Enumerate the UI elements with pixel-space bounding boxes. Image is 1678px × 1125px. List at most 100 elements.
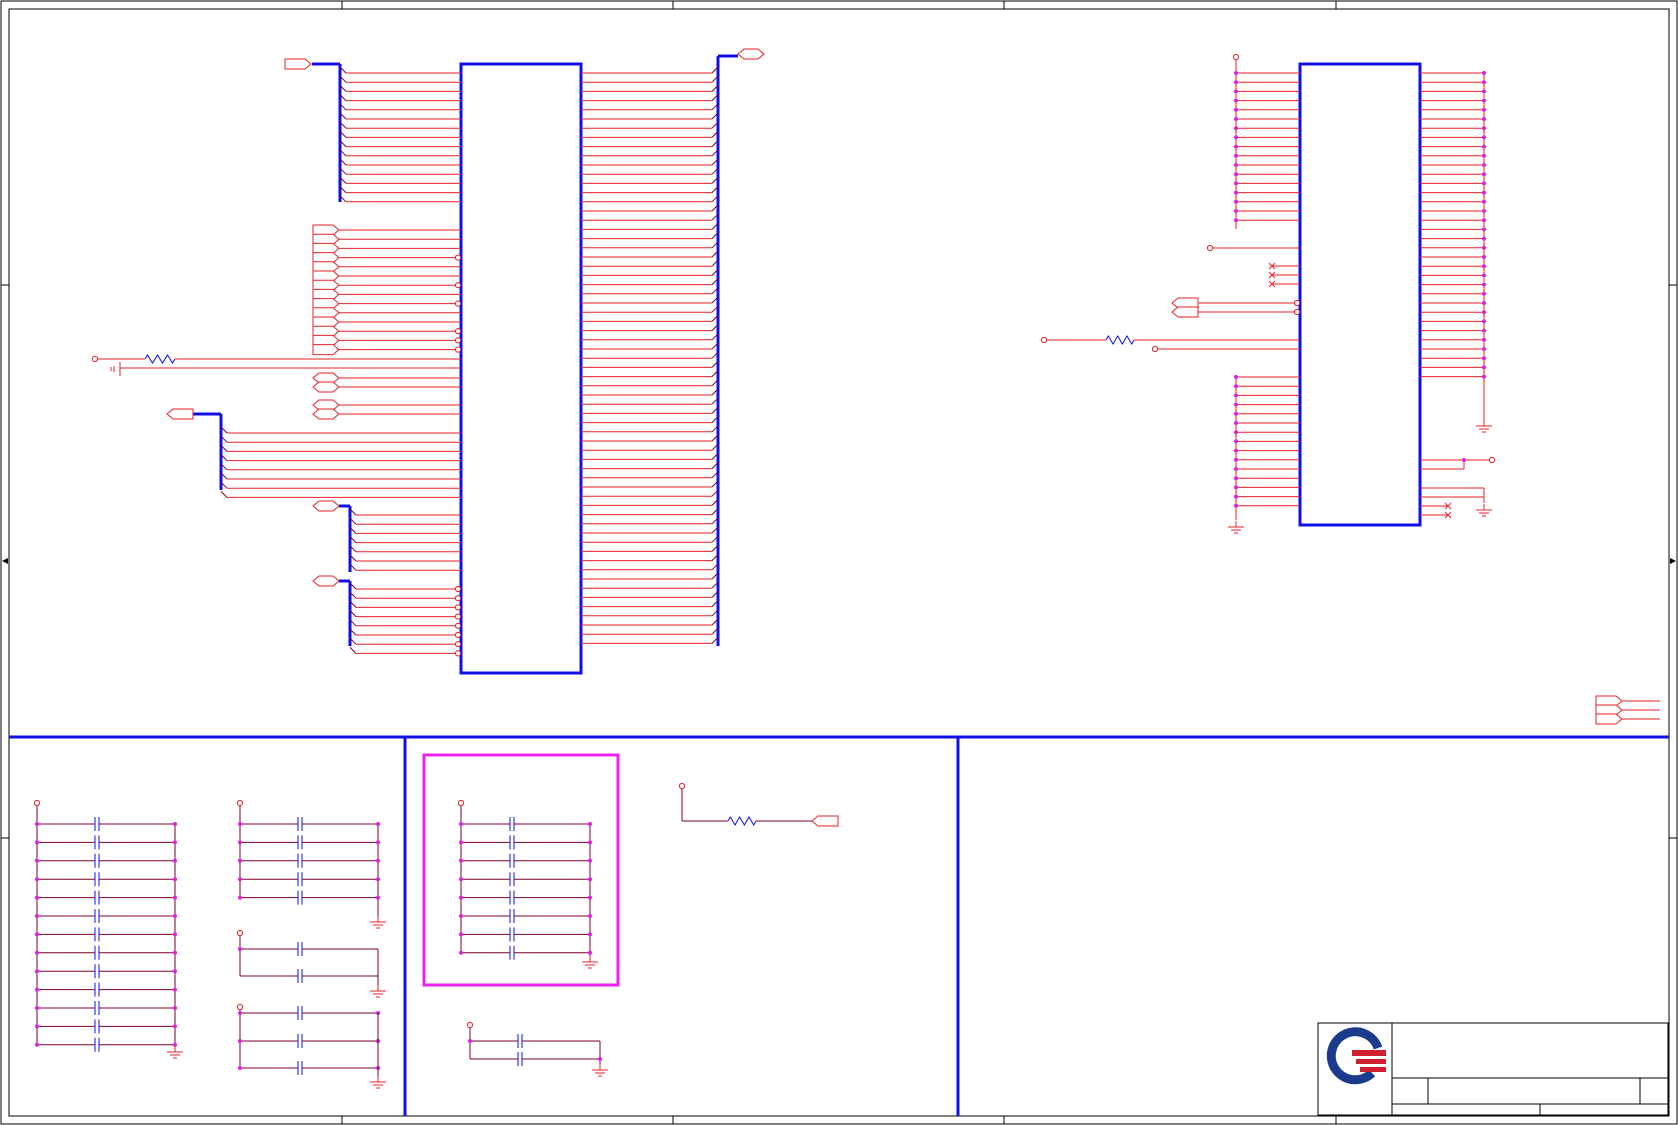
capacitor bbox=[94, 945, 100, 960]
junction-dot bbox=[1234, 393, 1238, 398]
power-pin bbox=[1151, 345, 1159, 353]
junction-dot bbox=[1482, 163, 1486, 167]
net-port bbox=[312, 270, 340, 282]
junction-dot bbox=[1234, 402, 1238, 407]
pin-marker bbox=[454, 650, 462, 657]
junction-dot bbox=[238, 895, 242, 900]
junction-dot bbox=[1482, 255, 1486, 259]
connector-ic-body bbox=[459, 62, 583, 675]
resistor-body bbox=[144, 354, 176, 364]
junction-dot bbox=[35, 858, 39, 863]
capacitor bbox=[517, 1052, 523, 1066]
net-port bbox=[312, 233, 340, 245]
net-port bbox=[312, 279, 340, 291]
power-pin bbox=[91, 355, 99, 363]
junction-dot bbox=[1234, 476, 1238, 481]
junction-dot bbox=[1482, 310, 1486, 315]
pin-marker bbox=[454, 604, 462, 611]
junction-dot bbox=[1482, 190, 1486, 195]
pin-marker bbox=[454, 595, 462, 602]
junction-dot bbox=[238, 858, 242, 863]
junction-dot bbox=[1234, 448, 1238, 453]
junction-dot bbox=[1234, 411, 1238, 416]
junction-dot bbox=[173, 895, 177, 900]
bus-entry bbox=[220, 491, 228, 498]
junction-dot bbox=[1234, 457, 1238, 462]
net-port bbox=[312, 334, 340, 346]
junction-dot bbox=[459, 895, 463, 900]
junction-dot bbox=[588, 858, 592, 863]
capacitor bbox=[94, 909, 100, 923]
resistor-body bbox=[1105, 335, 1135, 345]
capacitor bbox=[509, 853, 515, 868]
junction-dot bbox=[1234, 89, 1238, 94]
junction-dot bbox=[238, 840, 242, 845]
company-logo bbox=[1326, 1027, 1386, 1085]
junction-dot bbox=[35, 1042, 39, 1047]
junction-dot bbox=[1234, 80, 1238, 85]
pin-marker bbox=[454, 631, 462, 639]
junction-dot bbox=[1482, 144, 1486, 149]
power-pin bbox=[1206, 244, 1214, 252]
junction-dot bbox=[173, 840, 177, 845]
junction-dot bbox=[1482, 199, 1486, 204]
capacitor bbox=[94, 872, 100, 887]
pin-marker bbox=[1293, 308, 1301, 316]
pin-marker bbox=[454, 613, 462, 620]
net-port bbox=[312, 325, 340, 337]
junction-dot bbox=[1234, 98, 1238, 103]
junction-dot bbox=[35, 1006, 39, 1010]
power-pin bbox=[1232, 53, 1240, 61]
net-port bbox=[312, 381, 340, 393]
net-port bbox=[312, 298, 340, 310]
junction-dot bbox=[35, 1024, 39, 1029]
capacitor bbox=[297, 853, 303, 868]
junction-dot bbox=[1234, 375, 1238, 379]
junction-dot bbox=[1482, 356, 1486, 361]
pin-marker bbox=[454, 328, 462, 335]
junction-dot bbox=[1234, 117, 1238, 121]
power-pin bbox=[236, 1003, 244, 1011]
junction-dot bbox=[1482, 135, 1486, 140]
capacitor bbox=[94, 1001, 100, 1015]
junction-dot bbox=[459, 932, 463, 937]
net-port bbox=[811, 815, 839, 827]
junction-dot bbox=[1482, 89, 1486, 94]
junction-dot bbox=[238, 947, 242, 951]
junction-dot bbox=[1234, 163, 1238, 167]
junction-dot bbox=[1482, 236, 1486, 241]
junction-dot bbox=[1482, 328, 1486, 333]
power-pin bbox=[678, 782, 686, 790]
net-port bbox=[312, 224, 340, 236]
junction-dot bbox=[1482, 126, 1486, 131]
resistor bbox=[1105, 335, 1135, 345]
junction-dot bbox=[376, 858, 380, 863]
capacitor bbox=[509, 817, 515, 831]
junction-dot bbox=[238, 877, 242, 882]
pin-marker bbox=[454, 622, 462, 629]
junction-dot bbox=[1482, 209, 1486, 213]
section-dividers bbox=[9, 735, 1669, 1116]
ground-symbol bbox=[370, 985, 386, 998]
junction-dot bbox=[588, 840, 592, 845]
capacitor bbox=[94, 1037, 100, 1052]
junction-dot bbox=[376, 895, 380, 900]
junction-dot bbox=[1234, 494, 1238, 499]
junction-dot bbox=[468, 1039, 472, 1043]
power-pin bbox=[33, 799, 41, 807]
resistor-body bbox=[727, 816, 757, 826]
junction-dot bbox=[459, 840, 463, 845]
net-port bbox=[1595, 713, 1623, 725]
connector-ic-body bbox=[1298, 62, 1422, 527]
net-port bbox=[312, 288, 340, 300]
junction-dot bbox=[1482, 291, 1486, 296]
junction-dot bbox=[173, 877, 177, 882]
junction-dot bbox=[588, 950, 592, 955]
capacitor bbox=[94, 890, 100, 905]
connector-right bbox=[1040, 53, 1660, 725]
junction-dot bbox=[173, 1024, 177, 1029]
net-port bbox=[312, 252, 340, 264]
junction-dot bbox=[1234, 218, 1238, 223]
junction-dot bbox=[173, 822, 177, 826]
junction-dot bbox=[1482, 80, 1486, 85]
